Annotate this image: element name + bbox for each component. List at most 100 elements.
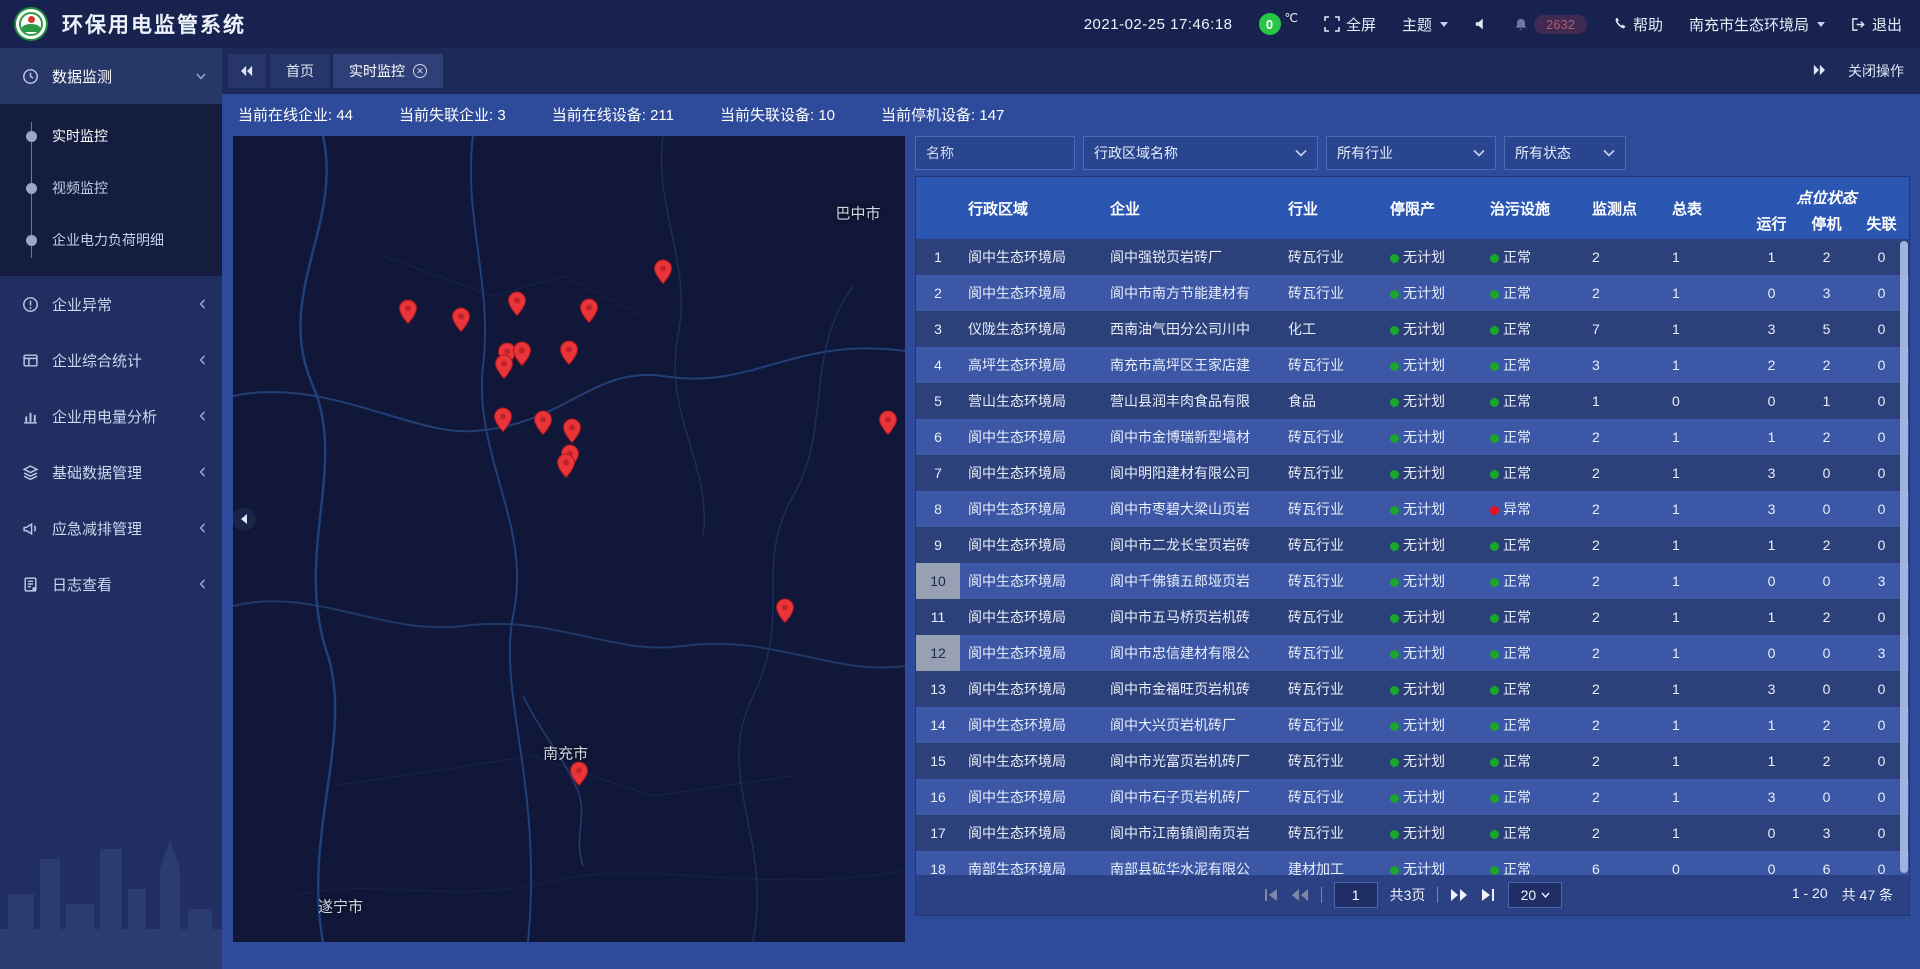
map-marker-pin[interactable] (556, 453, 576, 479)
last-page-button[interactable] (1480, 888, 1496, 902)
map-marker-pin[interactable] (653, 259, 673, 285)
theme-dropdown[interactable]: 主题 (1402, 14, 1448, 35)
sidebar-item-1[interactable]: 数据监测 (0, 48, 222, 104)
map-marker-pin[interactable] (579, 298, 599, 324)
chevron-down-icon (1295, 149, 1307, 157)
notifications-button[interactable]: 2632 (1514, 15, 1587, 34)
logout-button[interactable]: 退出 (1851, 14, 1902, 35)
map-marker-pin[interactable] (398, 299, 418, 325)
table-row[interactable]: 14阆中生态环境局阆中大兴页岩机砖厂砖瓦行业无计划正常21120 (916, 707, 1909, 743)
cell-limit: 无计划 (1382, 715, 1482, 735)
sidebar-subitem-3[interactable]: 企业电力负荷明细 (0, 214, 222, 266)
industry-filter-select[interactable]: 所有行业 (1326, 136, 1496, 170)
next-page-button[interactable] (1450, 888, 1468, 902)
chevron-left-icon (199, 579, 206, 589)
table-row[interactable]: 1阆中生态环境局阆中强锐页岩砖厂砖瓦行业无计划正常21120 (916, 239, 1909, 275)
cell-meters: 1 (1664, 429, 1744, 445)
stat-value: 3 (497, 107, 505, 124)
prev-page-button[interactable] (1291, 888, 1309, 902)
sidebar-item-2[interactable]: 企业异常 (0, 276, 222, 332)
app-window: 环保用电监管系统 2021-02-25 17:46:18 0 ℃ 全屏 主题 (0, 0, 1920, 969)
tabs-scroll-left-button[interactable] (228, 54, 266, 88)
cell-stop: 1 (1799, 393, 1854, 409)
table-row[interactable]: 8阆中生态环境局阆中市枣碧大梁山页岩砖瓦行业无计划异常21300 (916, 491, 1909, 527)
map-marker-pin[interactable] (559, 340, 579, 366)
map-marker-pin[interactable] (451, 307, 471, 333)
tabs-scroll-right-button[interactable] (1812, 63, 1826, 79)
sidebar-subitem-1[interactable]: 实时监控 (0, 110, 222, 162)
cell-index: 15 (916, 743, 960, 779)
table-row[interactable]: 3仪陇生态环境局西南油气田分公司川中化工无计划正常71350 (916, 311, 1909, 347)
map-marker-pin[interactable] (494, 354, 514, 380)
organization-dropdown[interactable]: 南充市生态环境局 (1689, 14, 1825, 35)
table-row[interactable]: 5营山生态环境局营山县润丰肉食品有限食品无计划正常10010 (916, 383, 1909, 419)
map-marker-pin[interactable] (533, 410, 553, 436)
map-marker-pin[interactable] (493, 407, 513, 433)
cell-meters: 1 (1664, 717, 1744, 733)
region-filter-select[interactable]: 行政区域名称 (1083, 136, 1318, 170)
map-marker-pin[interactable] (878, 410, 898, 436)
sidebar-item-5[interactable]: 基础数据管理 (0, 444, 222, 500)
page-size-select[interactable]: 20 (1508, 882, 1562, 908)
submenu-dot-icon (26, 235, 37, 246)
table-row[interactable]: 13阆中生态环境局阆中市金福旺页岩机砖砖瓦行业无计划正常21300 (916, 671, 1909, 707)
table-row[interactable]: 16阆中生态环境局阆中市石子页岩机砖厂砖瓦行业无计划正常21300 (916, 779, 1909, 815)
table-row[interactable]: 2阆中生态环境局阆中市南方节能建材有砖瓦行业无计划正常21030 (916, 275, 1909, 311)
table-row[interactable]: 9阆中生态环境局阆中市二龙长宝页岩砖砖瓦行业无计划正常21120 (916, 527, 1909, 563)
table-row[interactable]: 17阆中生态环境局阆中市江南镇阆南页岩砖瓦行业无计划正常21030 (916, 815, 1909, 851)
map-marker-pin[interactable] (775, 598, 795, 624)
first-page-button[interactable] (1263, 888, 1279, 902)
close-operations-button[interactable]: 关闭操作 (1848, 61, 1904, 81)
status-filter-select[interactable]: 所有状态 (1504, 136, 1626, 170)
stat-item-4: 当前失联设备: 10 (720, 104, 835, 125)
chevron-left-icon (199, 467, 206, 477)
cell-company: 营山县润丰肉食品有限 (1102, 391, 1280, 411)
cell-facility: 正常 (1482, 355, 1584, 375)
sidebar-item-3[interactable]: 企业综合统计 (0, 332, 222, 388)
mute-button[interactable] (1474, 17, 1488, 31)
status-dot-green (1490, 578, 1499, 587)
tab-close-icon[interactable]: ✕ (413, 64, 427, 78)
table-row[interactable]: 7阆中生态环境局阆中明阳建材有限公司砖瓦行业无计划正常21300 (916, 455, 1909, 491)
status-dot-green (1490, 398, 1499, 407)
fullscreen-button[interactable]: 全屏 (1324, 14, 1376, 35)
cell-facility: 正常 (1482, 535, 1584, 555)
sidebar-item-7[interactable]: 日志查看 (0, 556, 222, 612)
col-industry: 行业 (1280, 198, 1382, 219)
temperature-badge: 0 ℃ (1259, 13, 1298, 35)
sidebar-subitem-2[interactable]: 视频监控 (0, 162, 222, 214)
table-row[interactable]: 11阆中生态环境局阆中市五马桥页岩机砖砖瓦行业无计划正常21120 (916, 599, 1909, 635)
cell-run: 1 (1744, 249, 1799, 265)
cell-region: 仪陇生态环境局 (960, 319, 1102, 339)
table-row[interactable]: 18南部生态环境局南部县砿华水泥有限公建材加工无计划正常60060 (916, 851, 1909, 875)
sidebar-item-6[interactable]: 应急减排管理 (0, 500, 222, 556)
divider (1437, 887, 1438, 903)
chevron-down-icon (1541, 892, 1550, 898)
map-marker-pin[interactable] (569, 761, 589, 787)
map-canvas[interactable]: 巴中市南充市遂宁市 (233, 136, 905, 942)
tab-1[interactable]: 首页 (270, 54, 330, 88)
table-row[interactable]: 10阆中生态环境局阆中千佛镇五郎垭页岩砖瓦行业无计划正常21003 (916, 563, 1909, 599)
cell-meters: 1 (1664, 645, 1744, 661)
map-marker-pin[interactable] (507, 291, 527, 317)
table-row[interactable]: 4高坪生态环境局南充市高坪区王家店建砖瓦行业无计划正常31220 (916, 347, 1909, 383)
cell-stop: 2 (1799, 717, 1854, 733)
sidebar-item-label: 应急减排管理 (52, 518, 199, 539)
help-button[interactable]: 帮助 (1613, 14, 1663, 35)
tab-2[interactable]: 实时监控✕ (333, 54, 443, 88)
table-row[interactable]: 6阆中生态环境局阆中市金博瑞新型墙材砖瓦行业无计划正常21120 (916, 419, 1909, 455)
cell-index: 1 (916, 239, 960, 275)
cell-company: 阆中千佛镇五郎垭页岩 (1102, 571, 1280, 591)
table-scrollbar[interactable] (1900, 241, 1908, 873)
cell-index: 4 (916, 347, 960, 383)
map-marker-pin[interactable] (512, 341, 532, 367)
table-row[interactable]: 12阆中生态环境局阆中市忠信建材有限公砖瓦行业无计划正常21003 (916, 635, 1909, 671)
table-row[interactable]: 15阆中生态环境局阆中市光富页岩机砖厂砖瓦行业无计划正常21120 (916, 743, 1909, 779)
cell-company: 阆中市金博瑞新型墙材 (1102, 427, 1280, 447)
cell-limit: 无计划 (1382, 571, 1482, 591)
sidebar-item-4[interactable]: 企业用电量分析 (0, 388, 222, 444)
name-filter-input[interactable] (915, 136, 1075, 170)
cell-industry: 砖瓦行业 (1280, 643, 1382, 663)
map-marker-pin[interactable] (562, 418, 582, 444)
page-number-input[interactable] (1334, 882, 1378, 908)
